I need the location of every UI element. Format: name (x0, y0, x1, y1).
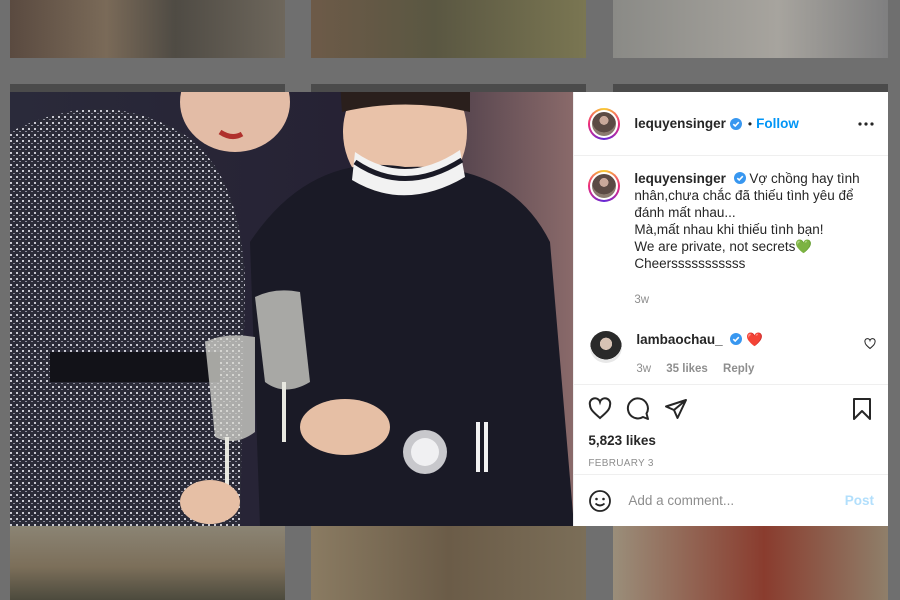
comments-section[interactable]: lequyensinger Vợ chồng hay tình nhân,chư… (574, 156, 888, 380)
verified-badge-icon (730, 333, 743, 345)
post-header: lequyensinger • Follow (574, 92, 888, 156)
feed-thumbnail[interactable] (613, 526, 888, 600)
feed-thumbnail[interactable] (10, 0, 285, 58)
emoji-icon[interactable] (588, 489, 612, 513)
feed-thumbnail[interactable] (311, 526, 586, 600)
comment-composer: Post (574, 474, 888, 526)
feed-thumbnail[interactable] (311, 0, 586, 58)
more-options-icon[interactable] (858, 117, 874, 131)
avatar[interactable] (588, 170, 621, 202)
comment-like-heart-icon[interactable] (864, 338, 876, 350)
post-photo-illustration (10, 92, 574, 526)
caption-line: We are private, not secrets💚 (634, 239, 813, 254)
share-icon[interactable] (664, 397, 688, 421)
caption-line: Cheersssssssssss (634, 256, 746, 271)
caption-username[interactable]: lequyensinger (634, 171, 726, 186)
comment-timestamp[interactable]: 3w (636, 363, 651, 375)
comment-username[interactable]: lambaochau_ (636, 332, 722, 347)
comment-input[interactable] (626, 492, 831, 509)
post-actions: 5,823 likes FEBRUARY 3 (574, 384, 888, 469)
post-modal: lequyensinger • Follow lequyensinger Vợ … (10, 92, 888, 526)
verified-badge-icon (729, 117, 742, 130)
post-photo[interactable] (10, 92, 574, 526)
caption-timestamp[interactable]: 3w (634, 294, 649, 306)
author-username[interactable]: lequyensinger (634, 116, 726, 131)
heart-icon[interactable] (588, 397, 612, 421)
feed-thumbnail (613, 84, 888, 92)
comment-like-count[interactable]: 35 likes (666, 363, 708, 375)
feed-thumbnail (10, 84, 285, 92)
avatar[interactable] (588, 107, 621, 140)
bookmark-icon[interactable] (850, 397, 874, 421)
separator-dot: • (747, 116, 753, 131)
follow-button[interactable]: Follow (756, 116, 799, 131)
post-comment-button[interactable]: Post (845, 493, 874, 508)
avatar[interactable] (590, 331, 623, 363)
feed-thumbnail (311, 84, 586, 92)
comment-icon[interactable] (626, 397, 650, 421)
post-date[interactable]: FEBRUARY 3 (588, 458, 874, 469)
caption: lequyensinger Vợ chồng hay tình nhân,chư… (574, 156, 888, 309)
comment-text: ❤️ (746, 332, 763, 347)
feed-thumbnail[interactable] (10, 526, 285, 600)
post-side-panel: lequyensinger • Follow lequyensinger Vợ … (573, 92, 888, 526)
verified-badge-icon (733, 172, 746, 184)
reply-button[interactable]: Reply (723, 363, 754, 375)
caption-line: Mà,mất nhau khi thiếu tình bạn! (634, 222, 824, 237)
feed-thumbnail[interactable] (613, 0, 888, 58)
comment-item: lambaochau_ ❤️ 3w 35 likes Reply (574, 309, 888, 378)
like-count[interactable]: 5,823 likes (588, 433, 874, 448)
